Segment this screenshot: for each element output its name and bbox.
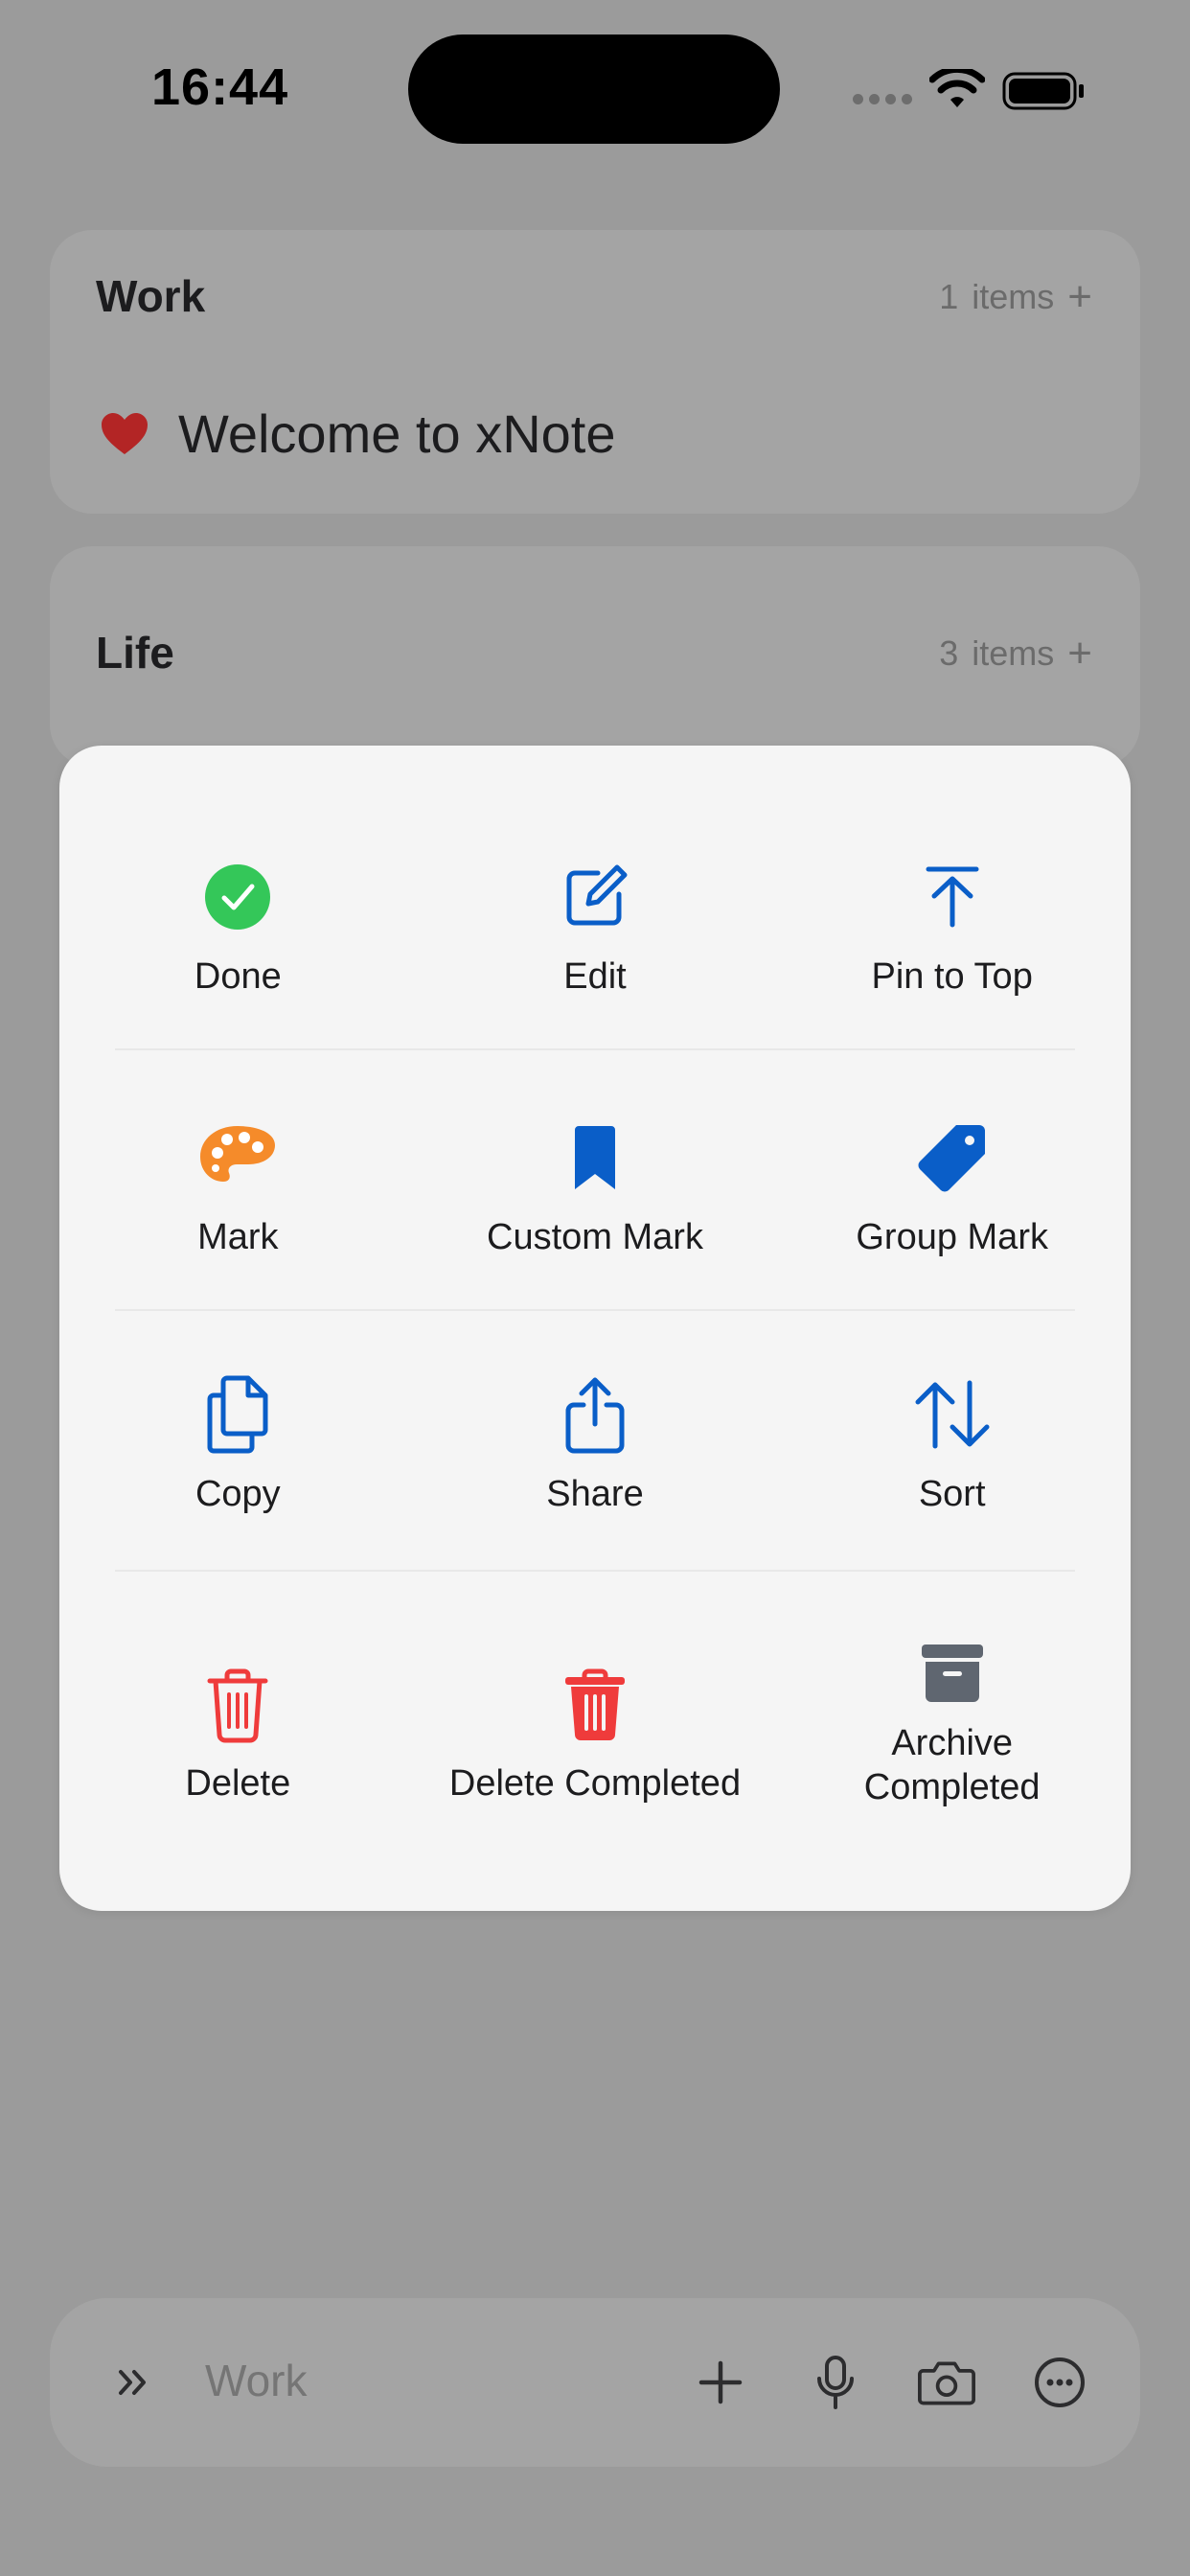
heart-icon [102,412,148,454]
pin-to-top-icon [912,857,993,937]
bookmark-icon [555,1117,635,1198]
action-sheet: Done Edit Pin to Top Mark Custom Mark Gr… [59,746,1131,1911]
edit-icon [555,857,635,937]
tag-icon [912,1117,993,1198]
battery-icon [1002,72,1084,110]
add-item-icon[interactable]: + [1067,632,1092,675]
group-card-life[interactable]: Life 3 items + [50,546,1140,767]
chevron-double-right-icon[interactable] [105,2354,163,2411]
action-row: Mark Custom Mark Group Mark [59,1006,1131,1267]
note-item[interactable]: Welcome to xNote [100,402,615,465]
custom-mark-button[interactable]: Custom Mark [417,1006,774,1267]
dynamic-island [408,34,780,144]
group-count: 1 items + [939,273,1092,320]
wifi-icon [929,69,985,107]
mark-button[interactable]: Mark [59,1006,417,1267]
archive-icon [912,1643,993,1704]
done-button[interactable]: Done [59,746,417,1006]
palette-icon [197,1117,278,1198]
more-icon[interactable] [1031,2354,1088,2411]
signal-icon [853,94,912,104]
action-row: Delete Delete Completed Archive Complete… [59,1528,1131,1807]
share-button[interactable]: Share [417,1267,774,1528]
trash-icon [197,1668,278,1744]
archive-completed-button[interactable]: Archive Completed [773,1528,1131,1807]
group-title: Life [96,628,174,678]
pin-to-top-button[interactable]: Pin to Top [773,746,1131,1006]
action-row: Done Edit Pin to Top [59,746,1131,1006]
microphone-icon[interactable] [807,2354,864,2411]
trash-filled-icon [555,1668,635,1744]
status-time: 16:44 [151,58,289,116]
add-icon[interactable] [692,2354,749,2411]
add-item-icon[interactable]: + [1067,276,1092,318]
group-mark-button[interactable]: Group Mark [773,1006,1131,1267]
action-row: Copy Share Sort [59,1267,1131,1528]
share-icon [555,1374,635,1455]
delete-button[interactable]: Delete [59,1528,417,1804]
camera-icon[interactable] [918,2354,975,2411]
group-card-work[interactable]: Work 1 items + Welcome to xNote [50,230,1140,514]
copy-button[interactable]: Copy [59,1267,417,1528]
sort-button[interactable]: Sort [773,1267,1131,1528]
sort-icon [912,1374,993,1455]
delete-completed-button[interactable]: Delete Completed [417,1528,774,1804]
note-input[interactable] [203,2354,590,2407]
group-title: Work [96,271,206,321]
checkmark-circle-icon [197,857,278,937]
group-count: 3 items + [939,630,1092,677]
note-text: Welcome to xNote [178,403,616,464]
edit-button[interactable]: Edit [417,746,774,1006]
input-bar [50,2298,1140,2467]
copy-icon [197,1374,278,1455]
